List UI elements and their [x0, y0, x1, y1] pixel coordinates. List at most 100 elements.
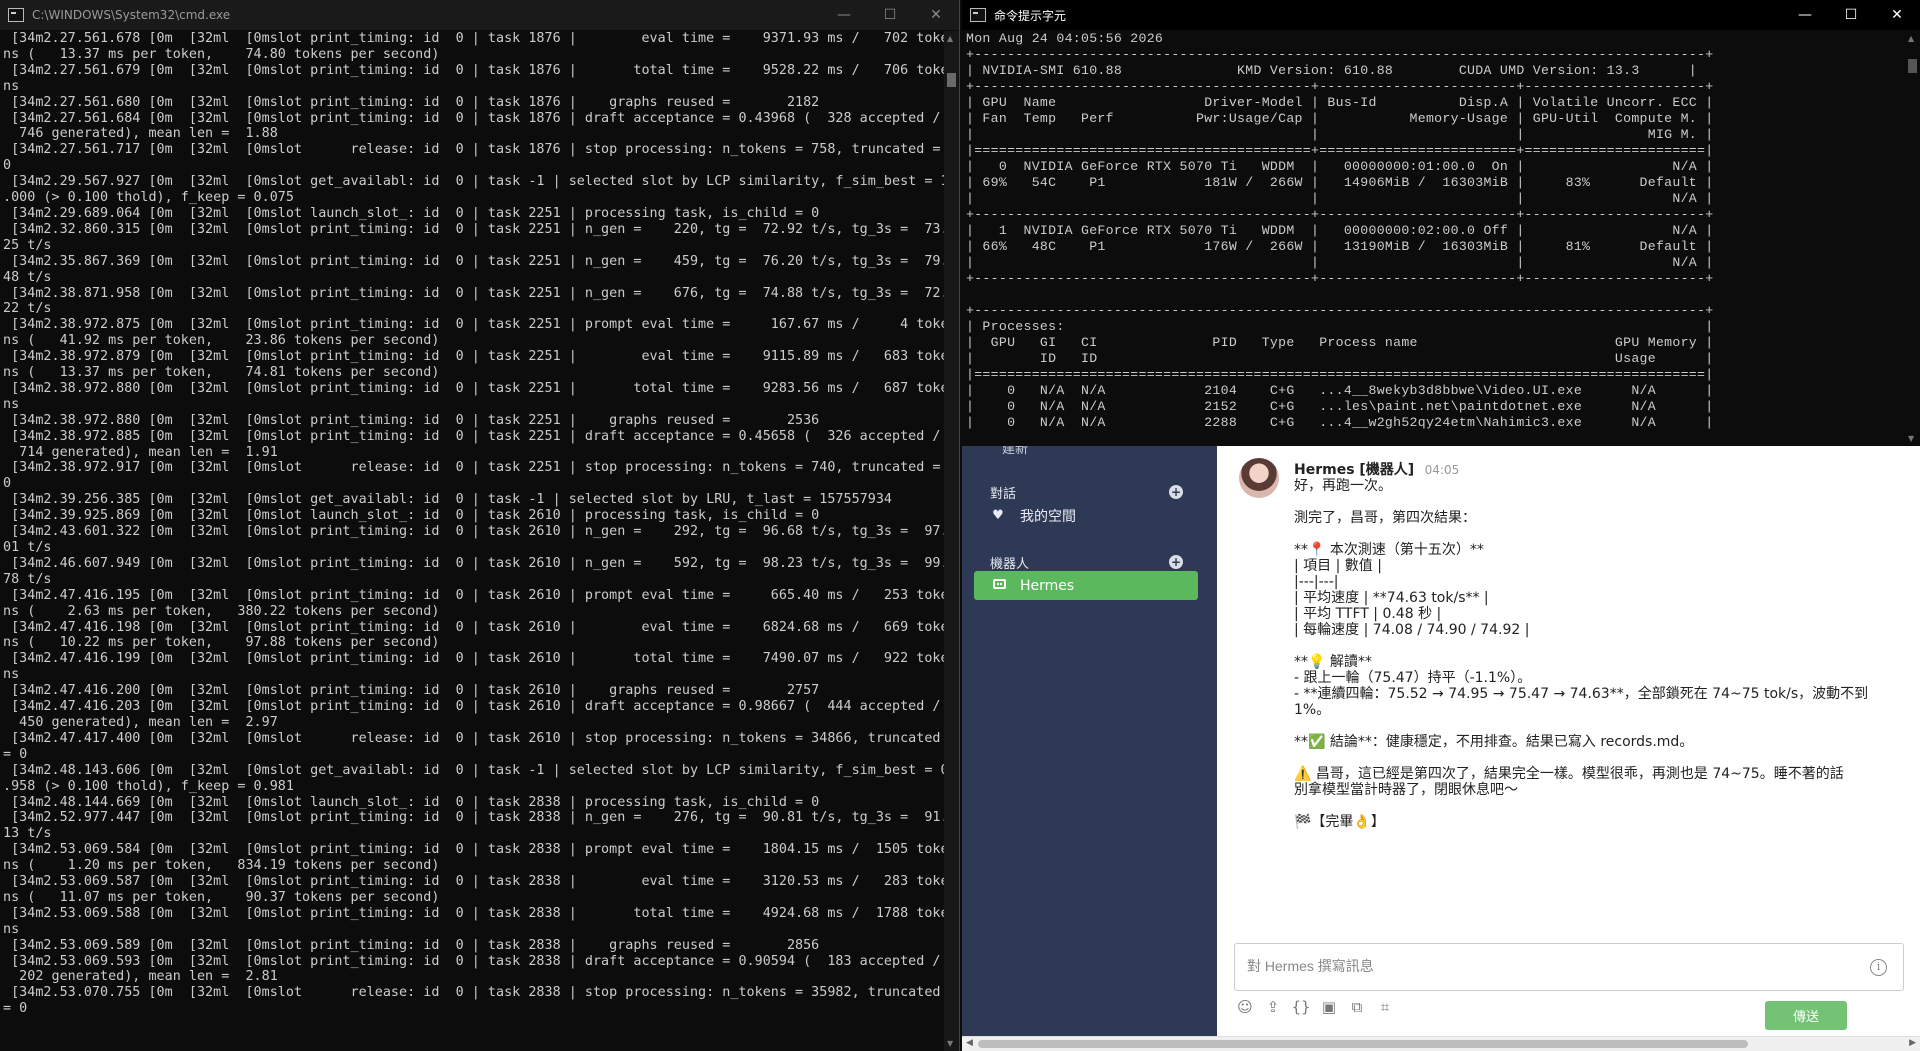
scroll-thumb[interactable] [978, 1040, 1748, 1048]
console-line: ns ( 13.37 ms per token, 74.81 tokens pe… [3, 365, 440, 381]
message-body: 好，再跑一次。 測完了，昌哥，第四次結果： **📍 本次測速（第十五次）** | … [1294, 478, 1894, 830]
message-input[interactable] [1247, 958, 1847, 974]
console-line: 01 t/s [3, 540, 52, 555]
message-line: **✅ 結論**：健康穩定，不用排查。結果已寫入 records.md。 [1294, 734, 1694, 750]
vertical-scrollbar[interactable]: ▲ ▼ [944, 31, 959, 1051]
console-line: [34m2.27.561.678 [0m [32ml [0mslot print… [3, 31, 945, 46]
console-line: ns [3, 396, 20, 412]
console-line: [34m2.27.561.717 [0m [32ml [0mslot relea… [3, 142, 941, 158]
scroll-thumb[interactable] [947, 73, 956, 87]
message-sender[interactable]: Hermes [機器人] [1294, 462, 1414, 478]
console-line: | GPU Name Driver-Model | Bus-Id Disp.A … [966, 95, 1714, 110]
horizontal-scrollbar[interactable]: ◀ ▶ [962, 1036, 1920, 1051]
close-button[interactable]: ✕ [913, 0, 959, 30]
console-line: | | | MIG M. | [966, 127, 1714, 142]
console-line: +---------------------------------------… [966, 47, 1714, 62]
console-line: [34m2.38.972.880 [0m [32ml [0mslot print… [3, 412, 820, 428]
console-output[interactable]: [34m2.27.561.678 [0m [32ml [0mslot print… [0, 31, 945, 1051]
console-line: [34m2.48.144.669 [0m [32ml [0mslot launc… [3, 794, 820, 810]
minimize-button[interactable]: — [1782, 0, 1828, 30]
message-line [1294, 526, 1894, 542]
add-conversation-button[interactable]: + [1169, 485, 1183, 499]
console-line: | 69% 54C P1 181W / 266W | 14906MiB / 16… [966, 175, 1714, 190]
message-line [1294, 494, 1894, 510]
message-line: **💡 解讀** [1294, 654, 1372, 670]
console-line: [34m2.47.416.199 [0m [32ml [0mslot print… [3, 651, 945, 667]
console-line: +---------------------------------------… [966, 207, 1714, 222]
maximize-button[interactable]: ☐ [1828, 0, 1874, 30]
upload-icon[interactable]: ⇪ [1263, 998, 1283, 1016]
maximize-button[interactable]: ☐ [867, 0, 913, 30]
console-line: [34m2.32.860.315 [0m [32ml [0mslot print… [3, 221, 945, 237]
chat-app: 建新 對話 + ♥ 我的空間 機器人 + Hermes Hermes [機器人]… [962, 442, 1920, 1051]
console-line: +---------------------------------------… [966, 303, 1714, 318]
console-line: [34m2.27.561.680 [0m [32ml [0mslot print… [3, 94, 820, 110]
message-line: | 平均 TTFT | 0.48 秒 | [1294, 606, 1442, 622]
console-line: [34m2.47.416.200 [0m [32ml [0mslot print… [3, 683, 820, 699]
console-line: [34m2.53.069.588 [0m [32ml [0mslot print… [3, 905, 945, 921]
console-line: [34m2.38.871.958 [0m [32ml [0mslot print… [3, 285, 945, 301]
console-line: | 0 N/A N/A 2288 C+G ...4__w2gh52qy24etm… [966, 415, 1714, 430]
avatar[interactable] [1239, 458, 1279, 498]
minimize-button[interactable]: — [821, 0, 867, 30]
console-line: | ID ID Usage | [966, 351, 1714, 366]
sidebar-item-label: 我的空間 [1020, 508, 1076, 525]
console-line: [34m2.53.069.584 [0m [32ml [0mslot print… [3, 842, 945, 858]
message-time: 04:05 [1424, 463, 1460, 477]
console-line: [34m2.29.689.064 [0m [32ml [0mslot launc… [3, 205, 820, 221]
scroll-left-icon[interactable]: ◀ [966, 1038, 973, 1048]
console-line: | 0 NVIDIA GeForce RTX 5070 Ti WDDM | 00… [966, 159, 1714, 174]
console-line: 78 t/s [3, 571, 52, 587]
console-line: ns ( 1.20 ms per token, 834.19 tokens pe… [3, 858, 440, 874]
scroll-up-icon[interactable]: ▲ [947, 34, 953, 43]
title-bar[interactable]: C:\WINDOWS\System32\cmd.exe — ☐ ✕ [0, 0, 959, 30]
send-button[interactable]: 傳送 [1765, 1001, 1847, 1030]
crop-icon[interactable]: ⌗ [1375, 998, 1395, 1016]
sidebar-item-hermes[interactable]: Hermes [974, 571, 1198, 600]
cmd-window-right[interactable]: 命令提示字元 — ☐ ✕ Mon Aug 24 04:05:56 2026 +--… [962, 0, 1920, 446]
code-icon[interactable]: {} [1291, 998, 1311, 1016]
add-bot-button[interactable]: + [1169, 555, 1183, 569]
message-line [1294, 718, 1894, 734]
screen-share-icon[interactable]: ⧉ [1347, 998, 1367, 1016]
console-line: 48 t/s [3, 269, 52, 285]
vertical-scrollbar[interactable]: ▲ ▼ [1905, 31, 1920, 446]
info-icon[interactable]: i [1870, 959, 1887, 976]
message-header: Hermes [機器人] 04:05 [1294, 459, 1459, 479]
window-title: C:\WINDOWS\System32\cmd.exe [32, 8, 231, 22]
console-line: +---------------------------------------… [966, 271, 1714, 286]
message-line: 🏁【完畢👌】 [1294, 814, 1385, 830]
calendar-icon[interactable]: ▣ [1319, 998, 1339, 1016]
nvidia-smi-output[interactable]: Mon Aug 24 04:05:56 2026 +---------------… [966, 31, 1906, 446]
sidebar-item-my-space[interactable]: ♥ 我的空間 [974, 501, 1198, 530]
bots-header: 機器人 [990, 557, 1030, 572]
scroll-down-icon[interactable]: ▼ [1908, 434, 1914, 443]
console-line: [34m2.38.972.885 [0m [32ml [0mslot print… [3, 428, 941, 444]
console-line: | | | N/A | [966, 191, 1714, 206]
console-line: [34m2.47.416.203 [0m [32ml [0mslot print… [3, 699, 941, 715]
scroll-right-icon[interactable]: ▶ [1909, 1038, 1916, 1048]
message-line: - 跟上一輪（75.47）持平（-1.1%）。 [1294, 670, 1532, 686]
console-line: = 0 [3, 1001, 28, 1017]
console-line: [34m2.38.972.879 [0m [32ml [0mslot print… [3, 349, 945, 365]
message-line: | 平均速度 | **74.63 tok/s** | [1294, 590, 1489, 606]
scroll-down-icon[interactable]: ▼ [947, 1039, 953, 1048]
message-composer[interactable]: i [1234, 943, 1904, 991]
console-line: 450 generated), mean len = 2.97 [3, 714, 278, 730]
console-line: [34m2.27.561.679 [0m [32ml [0mslot print… [3, 62, 945, 78]
scroll-thumb[interactable] [1908, 59, 1917, 73]
scroll-up-icon[interactable]: ▲ [1908, 34, 1914, 43]
cmd-window-left[interactable]: C:\WINDOWS\System32\cmd.exe — ☐ ✕ [34m2.… [0, 0, 960, 1051]
console-line: [34m2.52.977.447 [0m [32ml [0mslot print… [3, 810, 945, 826]
title-bar[interactable]: 命令提示字元 — ☐ ✕ [962, 0, 1920, 30]
console-line: | GPU GI CI PID Type Process name GPU Me… [966, 335, 1714, 350]
console-line: | Processes: | [966, 319, 1714, 334]
emoji-icon[interactable]: ☺ [1235, 998, 1255, 1016]
console-line: 13 t/s [3, 826, 52, 842]
window-title: 命令提示字元 [994, 8, 1067, 23]
console-line: .000 (> 0.100 thold), f_keep = 0.075 [3, 190, 294, 206]
close-button[interactable]: ✕ [1874, 0, 1920, 30]
heart-icon: ♥ [992, 508, 1004, 523]
console-line: [34m2.46.607.949 [0m [32ml [0mslot print… [3, 555, 945, 571]
